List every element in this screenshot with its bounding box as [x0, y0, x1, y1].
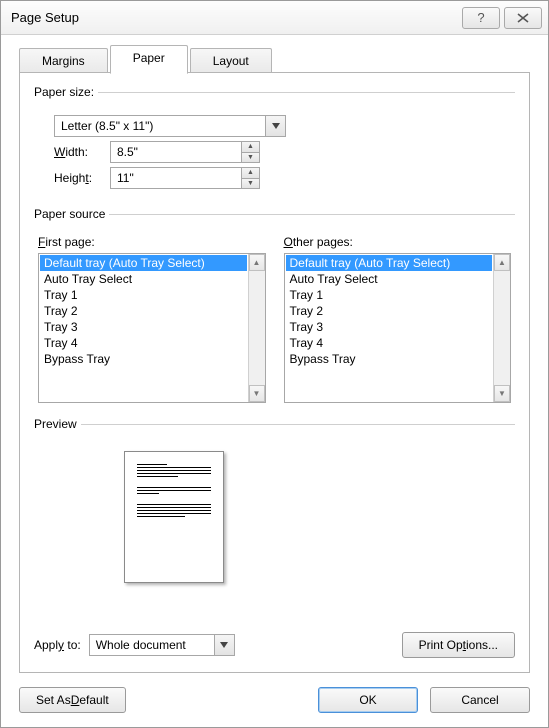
paper-size-dropdown-button[interactable]: [265, 116, 285, 136]
first-page-items: Default tray (Auto Tray Select) Auto Tra…: [39, 254, 248, 402]
other-pages-label: Other pages:: [284, 235, 512, 249]
group-preview: Preview: [34, 417, 515, 616]
help-button[interactable]: ?: [462, 7, 500, 29]
scroll-track[interactable]: [249, 271, 265, 385]
list-item[interactable]: Default tray (Auto Tray Select): [286, 255, 493, 271]
width-spin-down[interactable]: ▼: [242, 152, 259, 163]
scroll-up-button[interactable]: ▲: [249, 254, 265, 271]
page-setup-dialog: Page Setup ? Margins Paper Layout Paper …: [0, 0, 549, 728]
tabstrip: Margins Paper Layout: [19, 45, 530, 73]
list-item[interactable]: Tray 4: [286, 335, 493, 351]
other-pages-listbox[interactable]: Default tray (Auto Tray Select) Auto Tra…: [284, 253, 512, 403]
list-item[interactable]: Bypass Tray: [286, 351, 493, 367]
height-label: Height:: [54, 171, 110, 185]
page-preview: [124, 451, 224, 583]
list-item[interactable]: Tray 2: [286, 303, 493, 319]
height-spin-down[interactable]: ▼: [242, 178, 259, 189]
window-title: Page Setup: [11, 10, 458, 25]
width-spin-buttons: ▲ ▼: [241, 142, 259, 162]
titlebar: Page Setup ?: [1, 1, 548, 35]
tab-paper[interactable]: Paper: [110, 45, 188, 74]
first-page-listbox[interactable]: Default tray (Auto Tray Select) Auto Tra…: [38, 253, 266, 403]
apply-to-value: Whole document: [90, 638, 214, 652]
chevron-down-icon: [220, 641, 228, 649]
close-button[interactable]: [504, 7, 542, 29]
apply-to-dropdown-button[interactable]: [214, 635, 234, 655]
tab-layout[interactable]: Layout: [190, 48, 272, 73]
set-as-default-button[interactable]: Set As Default: [19, 687, 126, 713]
width-spin-up[interactable]: ▲: [242, 142, 259, 152]
group-paper-size: Paper size: Letter (8.5" x 11") Width: 8…: [34, 85, 515, 197]
paper-size-legend: Paper size:: [34, 85, 98, 99]
dialog-footer: Set As Default OK Cancel: [1, 677, 548, 727]
paper-size-value: Letter (8.5" x 11"): [55, 119, 265, 133]
list-item[interactable]: Tray 1: [286, 287, 493, 303]
list-item[interactable]: Bypass Tray: [40, 351, 247, 367]
tab-margins[interactable]: Margins: [19, 48, 108, 73]
apply-to-combo[interactable]: Whole document: [89, 634, 235, 656]
cancel-button[interactable]: Cancel: [430, 687, 530, 713]
paper-size-combo[interactable]: Letter (8.5" x 11"): [54, 115, 286, 137]
group-paper-source: Paper source First page: Default tray (A…: [34, 207, 515, 407]
height-spinner[interactable]: 11" ▲ ▼: [110, 167, 260, 189]
list-item[interactable]: Tray 3: [286, 319, 493, 335]
other-pages-items: Default tray (Auto Tray Select) Auto Tra…: [285, 254, 494, 402]
ok-button[interactable]: OK: [318, 687, 418, 713]
list-item[interactable]: Tray 1: [40, 287, 247, 303]
height-value: 11": [111, 168, 241, 188]
scroll-up-button[interactable]: ▲: [494, 254, 510, 271]
scroll-down-button[interactable]: ▼: [494, 385, 510, 402]
chevron-down-icon: [272, 122, 280, 130]
list-item[interactable]: Default tray (Auto Tray Select): [40, 255, 247, 271]
scroll-track[interactable]: [494, 271, 510, 385]
scroll-down-button[interactable]: ▼: [249, 385, 265, 402]
first-page-scrollbar[interactable]: ▲ ▼: [248, 254, 265, 402]
close-icon: [517, 13, 529, 23]
height-spin-up[interactable]: ▲: [242, 168, 259, 178]
paper-source-legend: Paper source: [34, 207, 109, 221]
first-page-column: First page: Default tray (Auto Tray Sele…: [38, 235, 266, 403]
first-page-label: First page:: [38, 235, 266, 249]
width-label: Width:: [54, 145, 110, 159]
width-spinner[interactable]: 8.5" ▲ ▼: [110, 141, 260, 163]
list-item[interactable]: Auto Tray Select: [40, 271, 247, 287]
tab-page-paper: Paper size: Letter (8.5" x 11") Width: 8…: [19, 73, 530, 673]
print-options-button[interactable]: Print Options...: [402, 632, 515, 658]
width-value: 8.5": [111, 142, 241, 162]
other-pages-scrollbar[interactable]: ▲ ▼: [493, 254, 510, 402]
list-item[interactable]: Tray 2: [40, 303, 247, 319]
other-pages-column: Other pages: Default tray (Auto Tray Sel…: [284, 235, 512, 403]
preview-legend: Preview: [34, 417, 81, 431]
height-spin-buttons: ▲ ▼: [241, 168, 259, 188]
client-area: Margins Paper Layout Paper size: Letter …: [1, 35, 548, 677]
list-item[interactable]: Auto Tray Select: [286, 271, 493, 287]
list-item[interactable]: Tray 4: [40, 335, 247, 351]
apply-row: Apply to: Whole document Print Options..…: [34, 632, 515, 658]
apply-to-label: Apply to:: [34, 638, 81, 652]
list-item[interactable]: Tray 3: [40, 319, 247, 335]
